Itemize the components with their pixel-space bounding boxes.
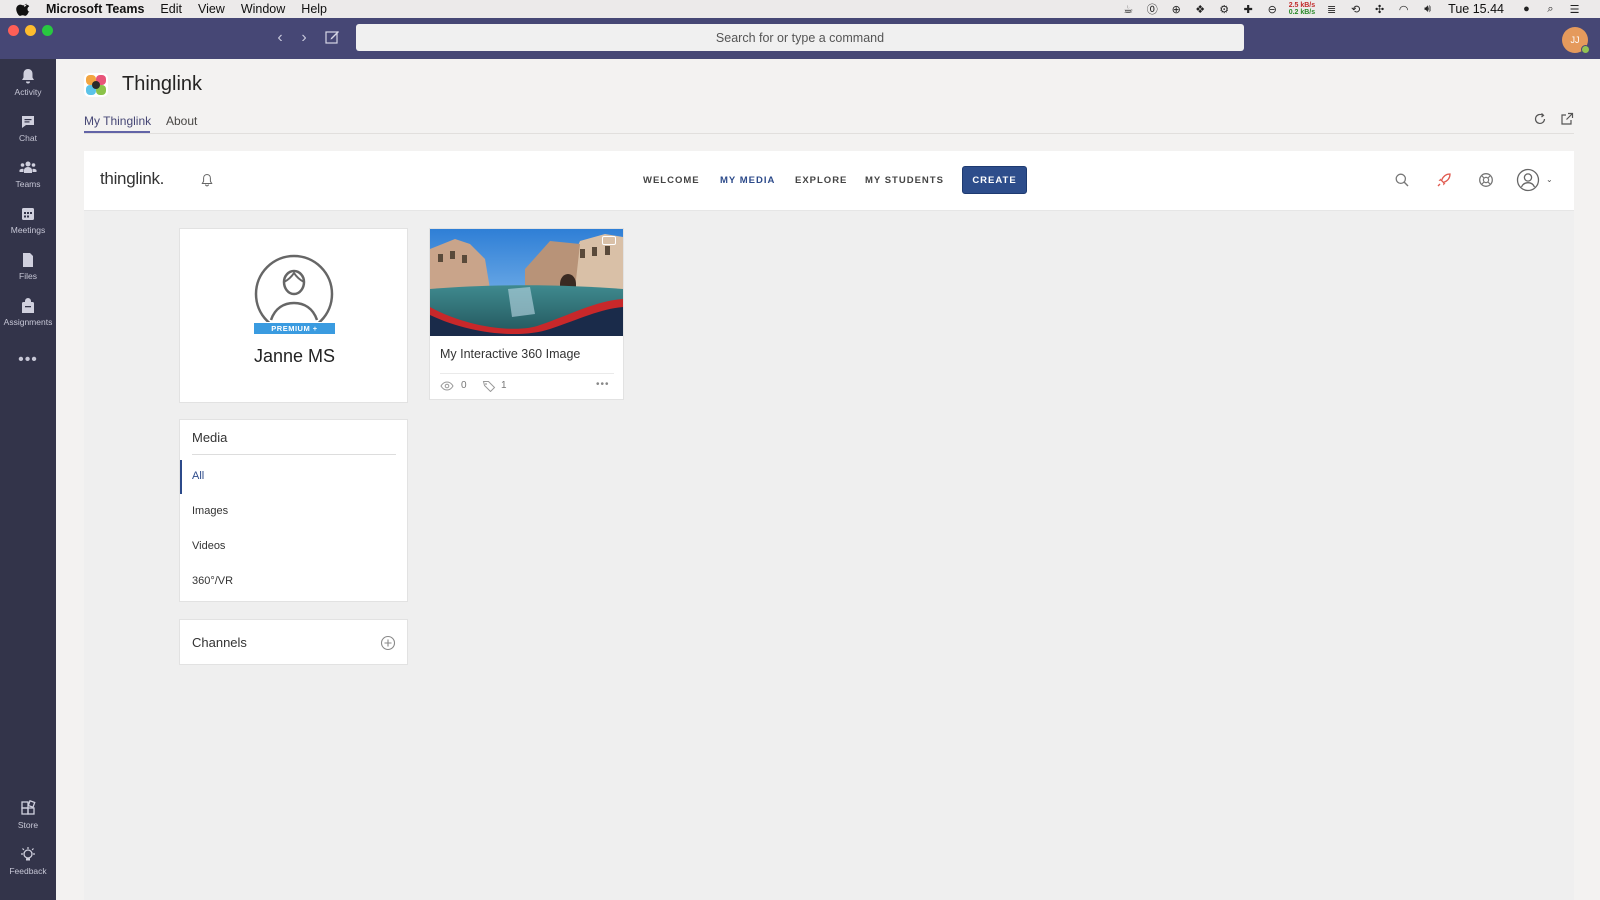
- bluetooth-icon[interactable]: ✣: [1372, 3, 1387, 16]
- tray-stats-icon[interactable]: ≣: [1324, 3, 1339, 16]
- teams-app-rail: Activity Chat Teams Meetings Files Assig…: [0, 59, 56, 900]
- menu-app-name[interactable]: Microsoft Teams: [46, 2, 144, 16]
- app-title: Thinglink: [122, 73, 203, 95]
- time-machine-icon[interactable]: ⟲: [1348, 3, 1363, 16]
- teams-icon: [19, 161, 37, 173]
- forward-arrow-icon[interactable]: ›: [296, 30, 312, 46]
- views-count: 0: [461, 380, 467, 391]
- avatar-initials: JJ: [1570, 35, 1580, 45]
- more-options-icon[interactable]: •••: [596, 379, 610, 390]
- media-item-card[interactable]: My Interactive 360 Image 0 1 •••: [429, 228, 624, 400]
- header-divider: [84, 133, 1574, 134]
- menu-window[interactable]: Window: [241, 2, 285, 16]
- calendar-icon: [22, 208, 34, 220]
- user-account-icon[interactable]: [1516, 168, 1540, 192]
- channels-title: Channels: [192, 635, 247, 650]
- media-filter-card: Media All Images Videos 360°/VR: [179, 419, 408, 602]
- file-icon: [23, 253, 33, 267]
- window-minimize-button[interactable]: [25, 25, 36, 36]
- user-icon[interactable]: ●: [1519, 3, 1534, 15]
- tags-count: 1: [501, 380, 507, 391]
- back-arrow-icon[interactable]: ‹: [272, 30, 288, 46]
- help-icon[interactable]: [1478, 172, 1494, 188]
- wifi-icon[interactable]: ◠: [1396, 3, 1411, 16]
- menubar-clock[interactable]: Tue 15.44: [1448, 2, 1504, 16]
- tray-circle-icon[interactable]: ⊖: [1265, 3, 1280, 16]
- add-channel-plus-icon[interactable]: [380, 635, 396, 651]
- rail-more-apps-button[interactable]: •••: [0, 351, 56, 369]
- filter-videos[interactable]: Videos: [192, 540, 225, 552]
- search-icon[interactable]: [1394, 172, 1410, 188]
- profile-card: PREMIUM + Janne MS: [179, 228, 408, 403]
- media-item-divider: [440, 373, 614, 374]
- profile-name[interactable]: Janne MS: [180, 346, 409, 367]
- tray-plus-icon[interactable]: ✚: [1241, 3, 1256, 16]
- nav-explore[interactable]: EXPLORE: [795, 175, 847, 186]
- media-filter-divider: [192, 454, 396, 455]
- tray-vpn-icon[interactable]: ⊕: [1169, 3, 1184, 16]
- spotlight-search-icon[interactable]: ⌕: [1543, 3, 1558, 15]
- thinglink-logo[interactable]: thinglink.: [100, 169, 164, 189]
- store-icon: [21, 800, 36, 815]
- rail-item-store[interactable]: Store: [0, 800, 56, 830]
- active-filter-indicator: [180, 460, 182, 494]
- tab-about[interactable]: About: [166, 114, 197, 128]
- dropbox-icon[interactable]: ❖: [1193, 3, 1208, 16]
- media-thumbnail[interactable]: [430, 229, 623, 336]
- thinglink-frame: thinglink. WELCOME MY MEDIA EXPLORE MY S…: [84, 151, 1574, 900]
- network-speed-readout: 2.5 kB/s 0.2 kB/s: [1288, 2, 1316, 16]
- notification-center-icon[interactable]: ☰: [1567, 3, 1582, 16]
- notifications-bell-icon[interactable]: [200, 173, 214, 187]
- bell-icon: [22, 69, 34, 84]
- macos-menubar: Microsoft Teams Edit View Window Help ☕ …: [0, 0, 1600, 18]
- rail-item-meetings[interactable]: Meetings: [0, 205, 56, 235]
- chat-icon: [22, 116, 34, 128]
- filter-360-vr[interactable]: 360°/VR: [192, 575, 233, 587]
- vr-headset-icon: [602, 236, 616, 245]
- command-search-input[interactable]: Search for or type a command: [356, 24, 1244, 51]
- compose-icon[interactable]: [324, 29, 340, 45]
- media-filter-title: Media: [192, 430, 228, 445]
- teams-titlebar: ‹ › Search for or type a command JJ: [0, 18, 1600, 59]
- nav-my-media[interactable]: MY MEDIA: [720, 175, 775, 186]
- menu-help[interactable]: Help: [301, 2, 327, 16]
- nav-welcome[interactable]: WELCOME: [643, 175, 700, 186]
- backpack-icon: [22, 298, 34, 313]
- views-eye-icon: [440, 381, 454, 391]
- filter-all[interactable]: All: [192, 470, 204, 482]
- window-zoom-button[interactable]: [42, 25, 53, 36]
- rail-item-feedback[interactable]: Feedback: [0, 846, 56, 876]
- rocket-icon[interactable]: [1436, 172, 1452, 188]
- menu-edit[interactable]: Edit: [160, 2, 182, 16]
- window-close-button[interactable]: [8, 25, 19, 36]
- thinglink-app-logo: [84, 73, 108, 97]
- menu-view[interactable]: View: [198, 2, 225, 16]
- open-external-icon[interactable]: [1560, 112, 1574, 126]
- rail-item-teams[interactable]: Teams: [0, 159, 56, 189]
- volume-icon[interactable]: 🔊︎: [1420, 3, 1435, 15]
- profile-avatar[interactable]: JJ: [1562, 27, 1590, 54]
- tab-my-thinglink[interactable]: My Thinglink: [84, 114, 151, 128]
- create-button[interactable]: CREATE: [962, 166, 1027, 194]
- channels-card: Channels: [179, 619, 408, 665]
- apple-logo-icon[interactable]: [16, 2, 32, 16]
- refresh-icon[interactable]: [1533, 112, 1547, 126]
- rail-item-activity[interactable]: Activity: [0, 67, 56, 97]
- thinglink-navbar: thinglink. WELCOME MY MEDIA EXPLORE MY S…: [84, 151, 1574, 211]
- lightbulb-icon: [21, 847, 35, 861]
- tray-app-icon[interactable]: ☕: [1121, 3, 1136, 16]
- rail-item-chat[interactable]: Chat: [0, 113, 56, 143]
- chevron-down-icon[interactable]: ⌄: [1546, 175, 1553, 184]
- rail-item-assignments[interactable]: Assignments: [0, 297, 56, 327]
- rail-item-files[interactable]: Files: [0, 251, 56, 281]
- media-item-title[interactable]: My Interactive 360 Image: [440, 347, 580, 361]
- presence-available-icon: [1581, 45, 1590, 54]
- premium-badge: PREMIUM +: [253, 322, 336, 335]
- tag-icon: [482, 381, 496, 392]
- filter-images[interactable]: Images: [192, 505, 228, 517]
- tray-1password-icon[interactable]: ⓪: [1145, 3, 1160, 16]
- nav-my-students[interactable]: MY STUDENTS: [865, 175, 944, 186]
- tray-sync-icon[interactable]: ⚙: [1217, 3, 1232, 16]
